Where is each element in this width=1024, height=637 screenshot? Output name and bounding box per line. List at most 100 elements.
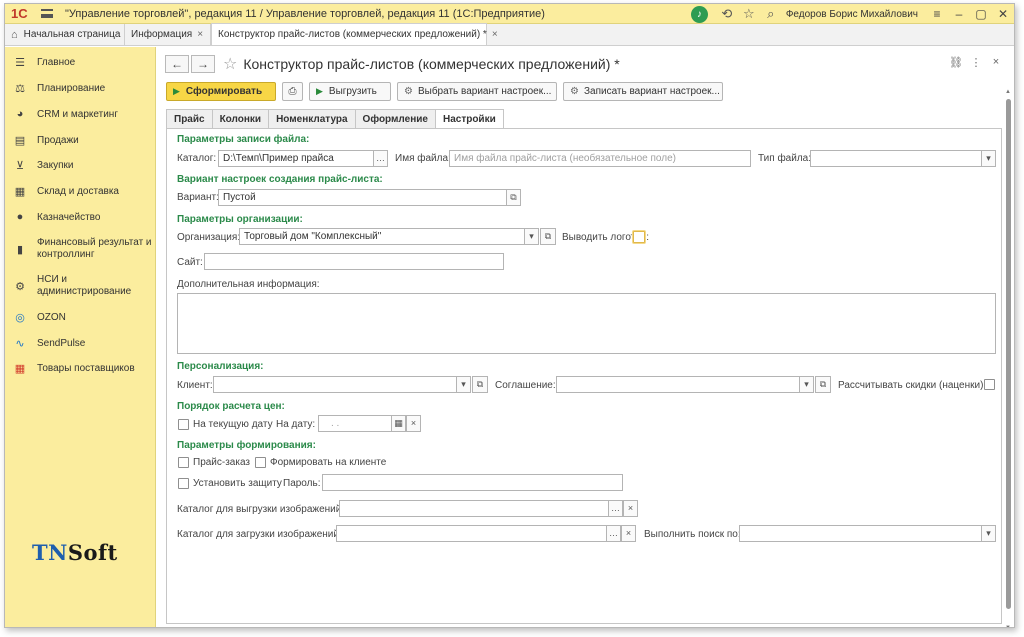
choose-variant-label: Выбрать вариант настроек... <box>417 86 552 97</box>
clear-icon[interactable]: × <box>406 415 421 432</box>
open-icon[interactable]: ⧉ <box>472 376 488 393</box>
sidebar-item-purchases[interactable]: ⊻ Закупки <box>5 159 74 172</box>
catalog-field[interactable]: D:\Темп\Пример прайса … <box>218 150 388 167</box>
generate-label: Сформировать <box>185 86 263 97</box>
sidebar-item-financial-result[interactable]: ▮ Финансовый результат и контроллинг <box>5 237 153 261</box>
protect-checkbox[interactable] <box>178 478 189 489</box>
sidebar-item-warehouse[interactable]: ▦ Склад и доставка <box>5 185 119 198</box>
tab-home[interactable]: ⌂ Начальная страница <box>5 24 125 45</box>
logo-part2: Soft <box>67 540 118 565</box>
filetype-label: Тип файла: <box>758 153 811 164</box>
browse-button[interactable]: … <box>606 526 620 541</box>
scroll-down-arrow-icon[interactable]: ▼ <box>1005 625 1011 627</box>
settings-menu-icon[interactable]: ≡ <box>926 7 948 21</box>
title-bar: 1С "Управление торговлей", редакция 11 /… <box>5 4 1014 24</box>
addinfo-textarea[interactable] <box>177 293 996 354</box>
print-button[interactable]: ⎙ <box>282 82 303 101</box>
ozon-icon: ◎ <box>15 312 25 324</box>
open-icon[interactable]: ⧉ <box>815 376 831 393</box>
close-form-icon[interactable]: × <box>986 56 1006 69</box>
current-date-checkbox[interactable] <box>178 419 189 430</box>
img-import-field[interactable]: … <box>336 525 621 542</box>
main-menu-icon[interactable] <box>41 9 53 18</box>
img-export-field[interactable]: … <box>339 500 623 517</box>
discount-checkbox[interactable] <box>984 379 995 390</box>
price-order-checkbox[interactable] <box>178 457 189 468</box>
maximize-button[interactable]: ▢ <box>970 7 992 21</box>
tab-information[interactable]: Информация × <box>125 24 211 45</box>
site-field[interactable] <box>204 253 504 270</box>
browse-button[interactable]: … <box>608 501 622 516</box>
tab-settings[interactable]: Настройки <box>434 109 504 129</box>
browse-button[interactable]: … <box>373 151 387 166</box>
favorites-star-icon[interactable]: ☆ <box>738 6 760 22</box>
minimize-button[interactable]: – <box>948 7 970 21</box>
tab-constructor-label: Конструктор прайс-листов (коммерческих п… <box>218 29 487 40</box>
close-tab-icon[interactable]: × <box>197 29 203 40</box>
sidebar-item-sales[interactable]: ▤ Продажи <box>5 134 79 147</box>
section-org-params: Параметры организации: <box>177 214 303 225</box>
close-tab-icon[interactable]: × <box>492 29 498 40</box>
link-icon[interactable]: ⛓ <box>946 56 966 69</box>
open-icon[interactable]: ⧉ <box>540 228 556 245</box>
sidebar-item-supplier-goods[interactable]: ▦ Товары поставщиков <box>5 362 135 375</box>
logo-output-checkbox[interactable] <box>633 231 645 243</box>
close-window-button[interactable]: ✕ <box>992 7 1014 21</box>
clear-icon[interactable]: × <box>623 500 638 517</box>
sidebar-item-nsi-admin[interactable]: ⚙ НСИ и администрирование <box>5 274 153 298</box>
client-field[interactable]: ▾ <box>213 376 471 393</box>
export-button[interactable]: ▶ Выгрузить <box>309 82 391 101</box>
sales-icon: ▤ <box>14 135 26 147</box>
password-field[interactable] <box>322 474 623 491</box>
favorite-star-icon[interactable]: ☆ <box>223 54 237 74</box>
img-import-label: Каталог для загрузки изображений: <box>177 529 342 540</box>
vertical-scrollbar[interactable]: ▲ ▼ <box>1005 89 1012 627</box>
date-field[interactable]: . . ▦ <box>318 415 406 432</box>
filename-field[interactable]: Имя файла прайс-листа (необязательное по… <box>449 150 751 167</box>
variant-field[interactable]: Пустой ⧉ <box>218 189 521 206</box>
more-actions-icon[interactable]: ⋮ <box>966 56 986 69</box>
back-button[interactable]: ← <box>165 55 189 73</box>
gear-icon: ⚙ <box>15 280 25 293</box>
notification-bell-icon[interactable]: ♪ <box>690 5 708 23</box>
forward-button[interactable]: → <box>191 55 215 73</box>
chevron-down-icon[interactable]: ▾ <box>524 229 538 244</box>
sidebar-item-label: Закупки <box>37 160 74 171</box>
open-icon[interactable]: ⧉ <box>506 190 520 205</box>
org-field[interactable]: Торговый дом "Комплексный" ▾ <box>239 228 539 245</box>
sidebar-item-treasury[interactable]: ● Казначейство <box>5 211 101 223</box>
open-windows-tabs: ⌂ Начальная страница Информация × Констр… <box>5 23 1014 46</box>
tab-design[interactable]: Оформление <box>354 109 436 128</box>
client-gen-checkbox[interactable] <box>255 457 266 468</box>
sidebar-item-label: Планирование <box>37 83 106 94</box>
sidebar-item-ozon[interactable]: ◎ OZON <box>5 311 66 324</box>
user-name[interactable]: Федоров Борис Михайлович <box>786 9 918 20</box>
sidebar-item-main[interactable]: ☰ Главное <box>5 56 75 69</box>
chevron-down-icon[interactable]: ▾ <box>456 377 470 392</box>
search-by-select[interactable]: ▾ <box>739 525 996 542</box>
sidebar-item-planning[interactable]: ⚖ Планирование <box>5 82 105 95</box>
chart-icon: ▮ <box>16 243 24 256</box>
sidebar-item-sendpulse[interactable]: ∿ SendPulse <box>5 337 85 350</box>
agreement-field[interactable]: ▾ <box>556 376 814 393</box>
calendar-icon[interactable]: ▦ <box>391 416 405 431</box>
form-area: ← → ☆ Конструктор прайс-листов (коммерче… <box>157 47 1014 627</box>
tab-price-list-constructor[interactable]: Конструктор прайс-листов (коммерческих п… <box>211 23 498 45</box>
history-icon[interactable]: ⟲ <box>716 6 738 22</box>
search-icon[interactable]: ⌕ <box>760 6 782 22</box>
tab-nomenclature[interactable]: Номенклатура <box>268 109 356 128</box>
tab-price[interactable]: Прайс <box>166 109 213 128</box>
chevron-down-icon[interactable]: ▾ <box>799 377 813 392</box>
on-date-label: На дату: <box>276 419 316 430</box>
sidebar-item-crm[interactable]: ◕ CRM и маркетинг <box>5 108 118 120</box>
scroll-up-arrow-icon[interactable]: ▲ <box>1005 89 1011 95</box>
choose-variant-button[interactable]: ⚙ Выбрать вариант настроек... <box>397 82 557 101</box>
clear-icon[interactable]: × <box>621 525 636 542</box>
scrollbar-thumb[interactable] <box>1006 99 1011 609</box>
tab-columns[interactable]: Колонки <box>211 109 270 128</box>
filetype-select[interactable]: ▾ <box>810 150 996 167</box>
chevron-down-icon[interactable]: ▾ <box>981 526 995 541</box>
chevron-down-icon[interactable]: ▾ <box>981 151 995 166</box>
save-variant-button[interactable]: ⚙ Записать вариант настроек... <box>563 82 723 101</box>
generate-button[interactable]: ▶ Сформировать <box>166 82 276 101</box>
